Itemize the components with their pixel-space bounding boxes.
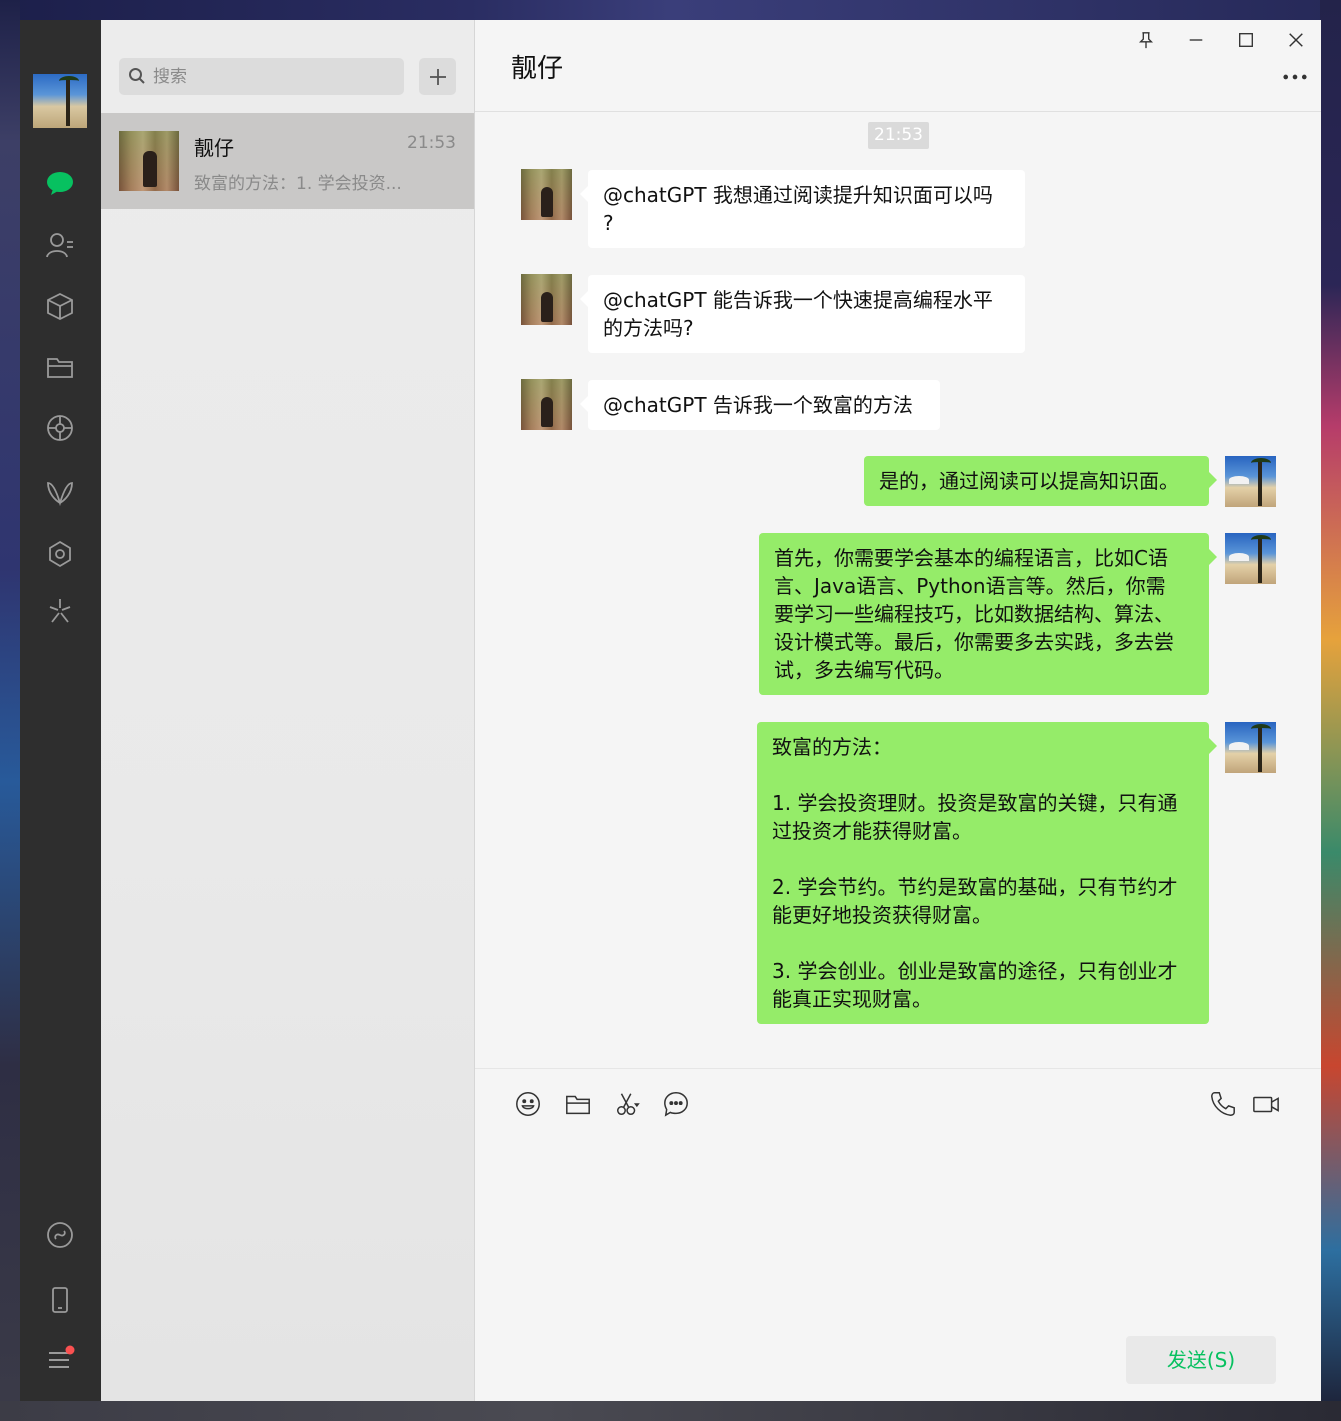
moments-icon[interactable] (42, 410, 78, 446)
contacts-icon[interactable] (42, 227, 78, 263)
desktop-background-right (1320, 0, 1341, 1421)
scissors-icon[interactable] (613, 1089, 643, 1119)
video-call-icon[interactable] (1251, 1089, 1281, 1119)
folder-icon[interactable] (563, 1089, 593, 1119)
message-bubble-outgoing[interactable]: 是的，通过阅读可以提高知识面。 (864, 456, 1217, 506)
self-avatar[interactable] (1225, 456, 1276, 507)
message-bubble-incoming[interactable]: @chatGPT 告诉我一个致富的方法 (580, 380, 940, 430)
search-icon (128, 67, 146, 85)
contact-avatar[interactable] (521, 169, 572, 220)
emoji-icon[interactable] (513, 1089, 543, 1119)
desktop-background-bottom (0, 1401, 1341, 1421)
chat-panel: 靓仔 21:53 @chatGPT 我想通过阅读提升知识面可以吗 ? @chat… (475, 20, 1321, 1401)
self-avatar[interactable] (1225, 722, 1276, 773)
conversation-time: 21:53 (407, 133, 456, 153)
self-avatar[interactable] (1225, 533, 1276, 584)
channels-icon[interactable] (42, 475, 78, 511)
conversation-list-panel: 靓仔 21:53 致富的方法：1. 学会投资... (101, 20, 475, 1401)
phone-icon[interactable] (42, 1282, 78, 1318)
desktop-background-left (0, 0, 20, 1421)
minimize-icon[interactable] (1184, 28, 1208, 52)
message-bubble-outgoing[interactable]: 致富的方法： 1. 学会投资理财。投资是致富的关键，只有通 过投资才能获得财富。… (757, 722, 1217, 1024)
chat-header: 靓仔 (475, 20, 1321, 112)
chat-icon[interactable] (42, 165, 78, 201)
pin-icon[interactable] (1134, 28, 1158, 52)
search-input[interactable] (153, 58, 393, 95)
message-bubble-incoming[interactable]: @chatGPT 能告诉我一个快速提高编程水平 的方法吗? (580, 275, 1025, 353)
send-button[interactable]: 发送(S) (1126, 1336, 1276, 1384)
close-icon[interactable] (1284, 28, 1308, 52)
files-icon[interactable] (42, 349, 78, 385)
side-navbar (20, 20, 101, 1401)
search-box[interactable] (119, 58, 404, 95)
contact-avatar[interactable] (521, 379, 572, 430)
plus-icon (429, 68, 446, 85)
message-input[interactable] (511, 1139, 1281, 1319)
desktop-background-top (0, 0, 1341, 20)
message-bubble-incoming[interactable]: @chatGPT 我想通过阅读提升知识面可以吗 ? (580, 170, 1025, 248)
miniapp-link-icon[interactable] (42, 1217, 78, 1253)
contact-avatar[interactable] (521, 274, 572, 325)
message-bubble-outgoing[interactable]: 首先，你需要学会基本的编程语言，比如C语 言、Java语言、Python语言等。… (759, 533, 1217, 695)
favorites-icon[interactable] (42, 288, 78, 324)
chat-history-icon[interactable] (661, 1089, 691, 1119)
mini-programs-icon[interactable] (42, 536, 78, 572)
user-avatar[interactable] (33, 74, 87, 128)
maximize-icon[interactable] (1234, 28, 1258, 52)
add-chat-button[interactable] (419, 58, 456, 95)
conversation-avatar (119, 131, 179, 191)
conversation-name: 靓仔 (194, 136, 234, 160)
conversation-preview: 致富的方法：1. 学会投资... (194, 174, 402, 194)
message-timestamp: 21:53 (868, 122, 929, 149)
message-input-area: 发送(S) (475, 1068, 1321, 1401)
discover-icon[interactable] (42, 593, 78, 629)
more-options-icon[interactable] (1281, 66, 1309, 88)
chat-title: 靓仔 (511, 54, 564, 84)
voice-call-icon[interactable] (1208, 1089, 1238, 1119)
menu-icon[interactable] (42, 1342, 78, 1378)
conversation-item[interactable]: 靓仔 21:53 致富的方法：1. 学会投资... (101, 113, 474, 209)
wechat-window: 靓仔 21:53 致富的方法：1. 学会投资... 靓仔 21:53 (20, 20, 1321, 1401)
